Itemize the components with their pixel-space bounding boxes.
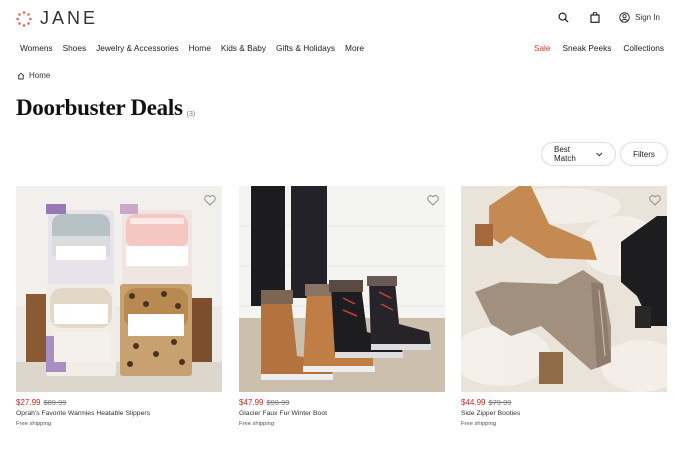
user-icon [619,11,630,23]
filters-button[interactable]: Filters [620,142,668,166]
original-price: $89.99 [43,398,67,407]
page-title: Doorbuster Deals (3) [16,95,195,121]
shopping-bag-icon[interactable] [587,9,603,25]
shipping-note: Free shipping [16,421,52,427]
result-count: (3) [186,111,196,118]
sign-in-label: Sign In [635,12,660,22]
heart-icon[interactable] [427,193,439,206]
sale-price: $47.99 [239,398,264,407]
original-price: $79.99 [488,398,512,407]
nav-womens[interactable]: Womens [20,43,53,53]
nav-sale[interactable]: Sale [534,43,551,53]
product-name[interactable]: Glacier Faux Fur Winter Boot [239,410,445,417]
original-price: $99.99 [266,398,290,407]
breadcrumb: Home [17,71,50,80]
product-name[interactable]: Oprah's Favorite Warmies Heatable Slippe… [16,410,222,417]
home-icon [17,72,25,79]
nav-shoes[interactable]: Shoes [63,43,87,53]
logo-icon [16,10,32,27]
top-bar: JANE Sign In [0,0,680,38]
sign-in-link[interactable]: Sign In [619,11,660,23]
page-title-text: Doorbuster Deals [16,95,183,120]
nav-home[interactable]: Home [189,43,211,53]
nav-sneak-peeks[interactable]: Sneak Peeks [563,43,612,53]
breadcrumb-home-link[interactable]: Home [29,71,50,80]
product-card[interactable]: $27.99 $89.99 Oprah's Favorite Warmies H… [16,186,222,427]
nav-jewelry-accessories[interactable]: Jewelry & Accessories [96,43,179,53]
sale-price: $27.99 [16,398,41,407]
product-image[interactable] [461,186,667,392]
product-grid: $27.99 $89.99 Oprah's Favorite Warmies H… [16,186,668,474]
nav-gifts-holidays[interactable]: Gifts & Holidays [276,43,335,53]
product-name[interactable]: Side Zipper Booties [461,410,667,417]
filters-label: Filters [633,149,655,159]
chevron-down-icon [596,152,603,156]
sale-price: $44.99 [461,398,486,407]
heart-icon[interactable] [204,193,216,206]
product-card[interactable]: $47.99 $99.99 Glacier Faux Fur Winter Bo… [239,186,445,427]
product-image[interactable] [16,186,222,392]
search-icon[interactable] [555,9,571,25]
main-nav: Womens Shoes Jewelry & Accessories Home … [0,40,680,58]
heart-icon[interactable] [649,193,661,206]
sort-dropdown[interactable]: Best Match [541,142,616,166]
logo[interactable]: JANE [16,8,98,29]
nav-kids-baby[interactable]: Kids & Baby [221,43,266,53]
shipping-note: Free shipping [239,421,275,427]
product-card[interactable]: $44.99 $79.99 Side Zipper Booties Free s… [461,186,667,427]
sort-filter-bar: Best Match Filters [541,142,668,166]
logo-text: JANE [40,8,99,28]
nav-more[interactable]: More [345,43,364,53]
product-image[interactable] [239,186,445,392]
shipping-note: Free shipping [461,421,497,427]
sort-label: Best Match [554,145,576,163]
nav-collections[interactable]: Collections [623,43,664,53]
